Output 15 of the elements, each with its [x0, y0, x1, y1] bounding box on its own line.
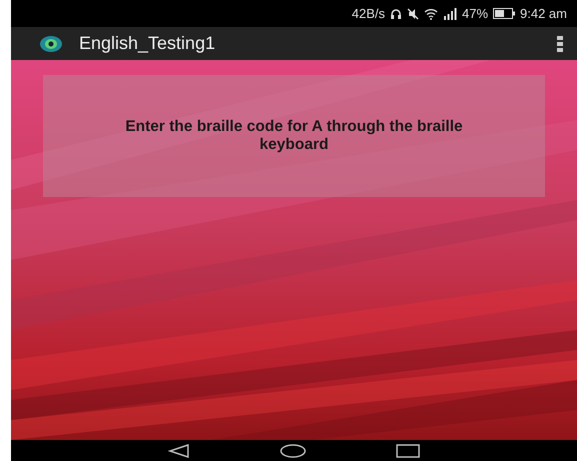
overflow-menu-icon[interactable] [557, 34, 563, 52]
network-speed: 42B/s [352, 6, 385, 21]
battery-icon [493, 8, 516, 19]
battery-percent: 47% [462, 6, 488, 21]
wifi-icon [424, 8, 438, 20]
headset-icon [390, 8, 402, 20]
mute-icon [406, 8, 419, 20]
clock: 9:42 am [520, 6, 567, 21]
home-icon[interactable] [280, 444, 306, 458]
app-icon [39, 34, 63, 52]
signal-icon [442, 8, 457, 20]
back-icon[interactable] [168, 444, 190, 458]
prompt-text: Enter the braille code for A through the braille keyboard [124, 118, 464, 154]
app-title: English_Testing1 [79, 33, 216, 54]
recents-icon[interactable] [396, 444, 420, 458]
